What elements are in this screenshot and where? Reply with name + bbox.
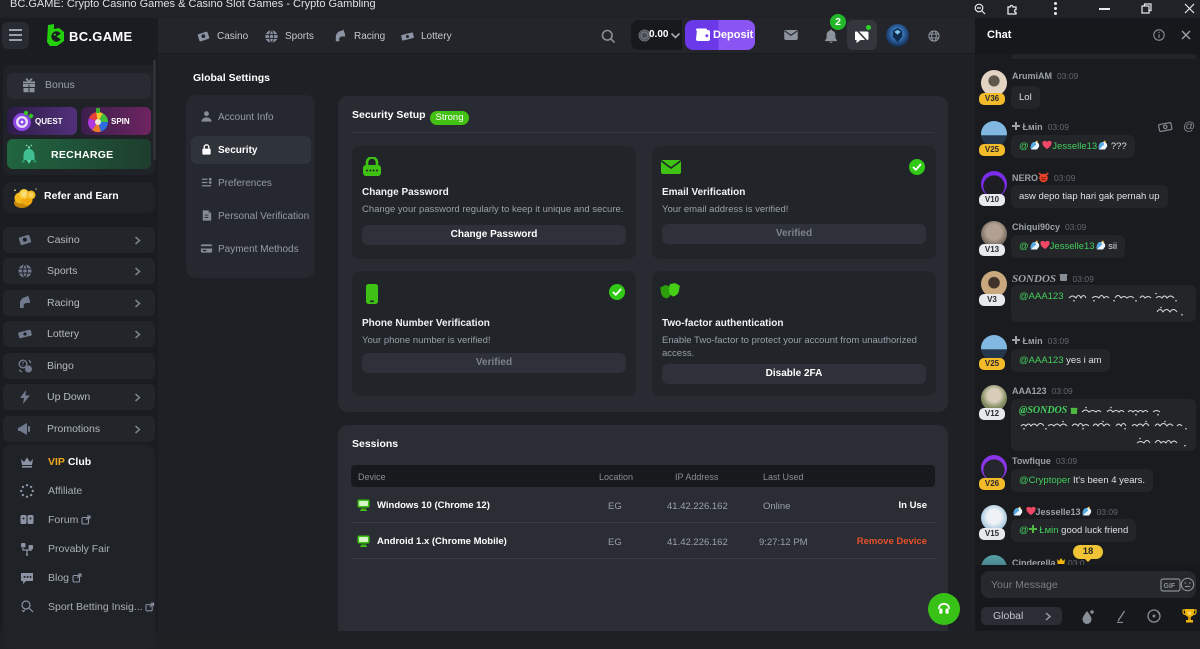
svg-text:7: 7 [22, 362, 25, 368]
svg-text:GIF: GIF [1164, 583, 1176, 590]
